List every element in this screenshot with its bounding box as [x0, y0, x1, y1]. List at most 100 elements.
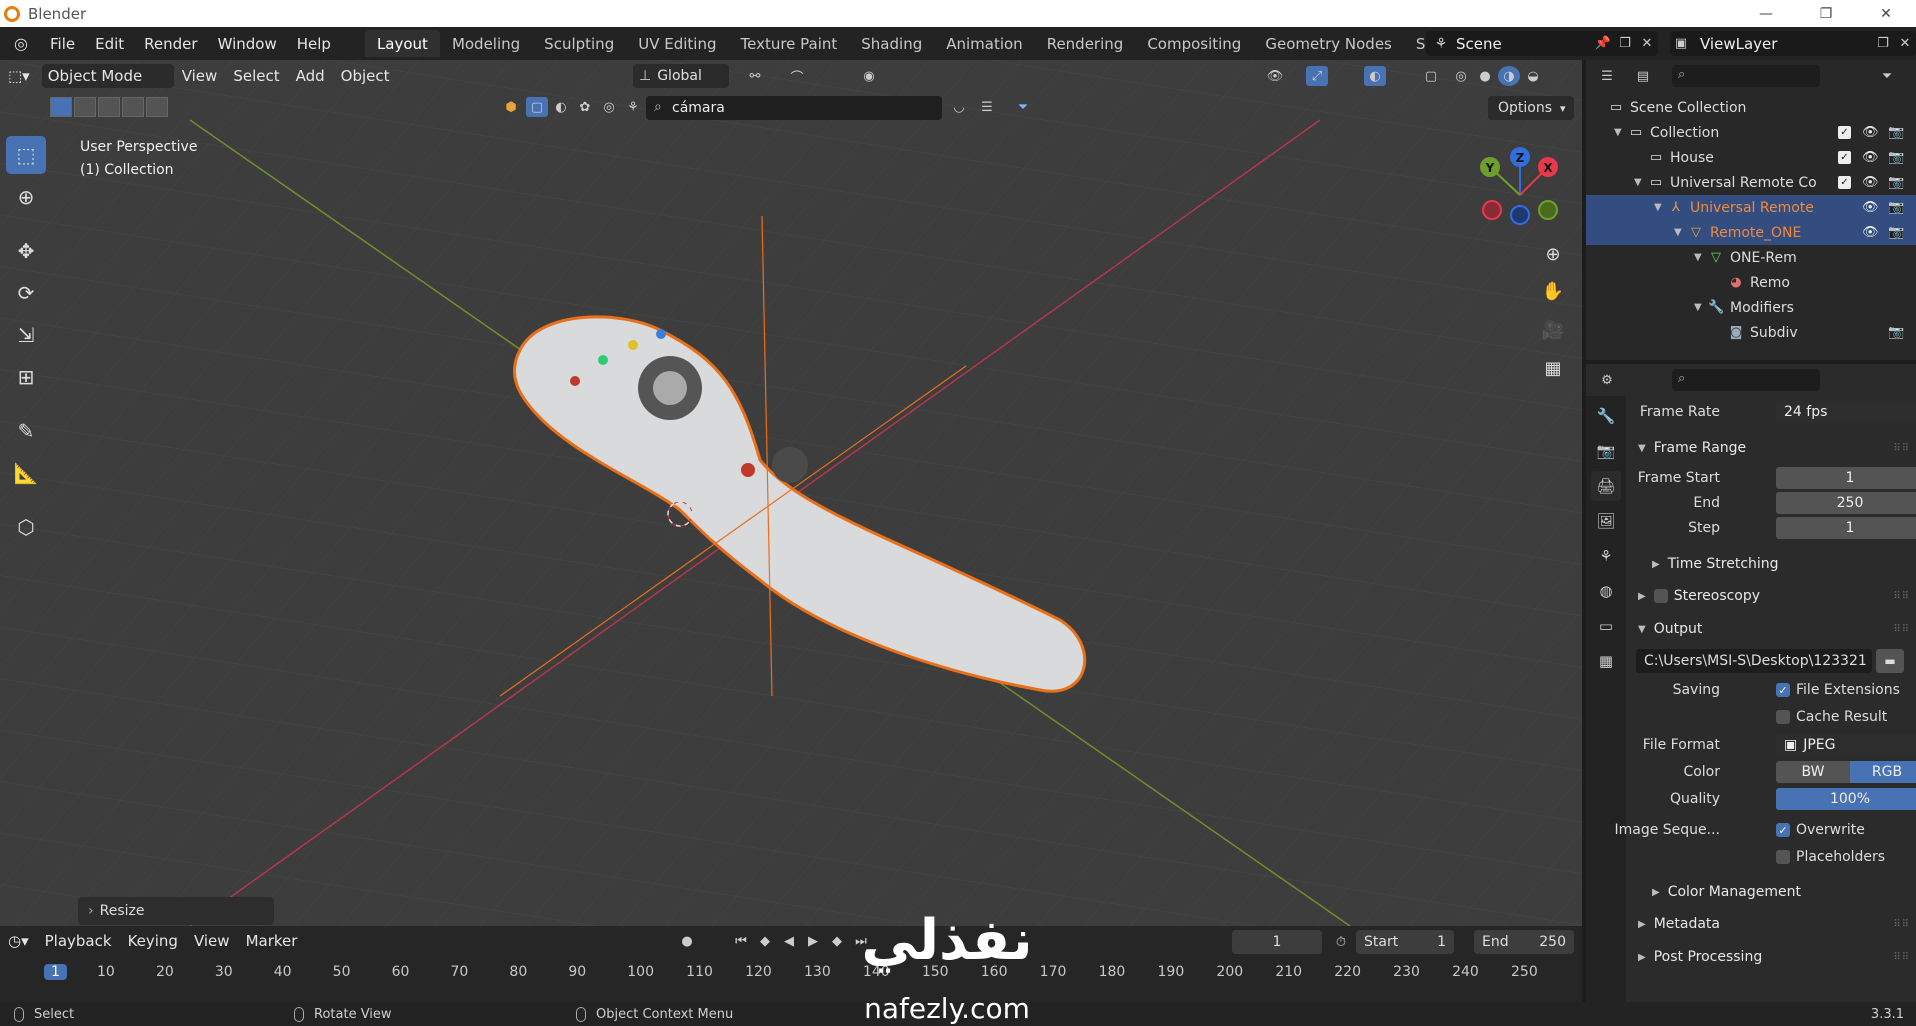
menu-window[interactable]: Window: [208, 31, 287, 57]
pivot-icon[interactable]: ⚯: [744, 66, 766, 86]
move-tool-icon[interactable]: ✥: [6, 232, 46, 270]
view-layer-tab-icon[interactable]: 🖼: [1591, 506, 1621, 536]
expand-arrow-icon[interactable]: ▼: [1634, 177, 1642, 188]
new-viewlayer-icon[interactable]: ❐: [1872, 34, 1894, 54]
add-cube-tool-icon[interactable]: ⬡: [6, 508, 46, 546]
output-tab-icon[interactable]: 🖨: [1591, 471, 1621, 501]
annotate-tool-icon[interactable]: ✎: [6, 412, 46, 450]
gizmo-neg-y[interactable]: [1538, 200, 1558, 220]
outliner-item-name[interactable]: Remo: [1750, 275, 1790, 291]
tool-tab-icon[interactable]: 🔧: [1591, 401, 1621, 431]
time-stretching-section[interactable]: ▶ Time Stretching: [1630, 550, 1910, 578]
select-subtract-icon[interactable]: [98, 97, 120, 117]
next-keyframe-icon[interactable]: ◆: [826, 931, 848, 951]
exclude-checkbox[interactable]: ✓: [1838, 126, 1851, 139]
outliner-row[interactable]: ▼ 🔧 Modifiers: [1586, 295, 1916, 320]
pan-view-icon[interactable]: ✋: [1537, 275, 1569, 307]
eye-icon[interactable]: 👁: [1862, 175, 1879, 190]
metadata-section[interactable]: ▶ Metadata ⠿⠿: [1630, 910, 1910, 938]
menu-edit[interactable]: Edit: [85, 31, 134, 57]
zoom-view-icon[interactable]: ⊕: [1537, 238, 1569, 270]
frame-range-section[interactable]: ▼ Frame Range ⠿⠿: [1630, 434, 1910, 462]
cursor-tool-icon[interactable]: ⊕: [6, 178, 46, 216]
timeline-menu-marker[interactable]: Marker: [238, 929, 306, 953]
render-tab-icon[interactable]: 📷: [1591, 436, 1621, 466]
texture-tab-icon[interactable]: ▦: [1591, 646, 1621, 676]
placeholders-checkbox[interactable]: Placeholders: [1776, 849, 1885, 865]
tab-uv-editing[interactable]: UV Editing: [626, 30, 728, 57]
output-section[interactable]: ▼ Output ⠿⠿: [1630, 615, 1910, 643]
start-frame-field[interactable]: Start 1: [1356, 930, 1454, 954]
menu-object[interactable]: Object: [333, 64, 398, 88]
outliner-filter-icon[interactable]: ⏷: [1876, 66, 1898, 86]
post-processing-section[interactable]: ▶ Post Processing ⠿⠿: [1630, 943, 1910, 971]
delete-viewlayer-icon[interactable]: ✕: [1894, 34, 1916, 54]
expand-arrow-icon[interactable]: ▼: [1694, 302, 1702, 313]
world-tab-icon[interactable]: ◍: [1591, 576, 1621, 606]
select-box-tool-icon[interactable]: ⬚: [6, 136, 46, 174]
menu-view[interactable]: View: [174, 64, 226, 88]
tab-shading[interactable]: Shading: [849, 30, 934, 57]
color-management-section[interactable]: ▶ Color Management: [1630, 878, 1910, 906]
eye-icon[interactable]: 👁: [1862, 200, 1879, 215]
file-format-dropdown[interactable]: ▣ JPEG: [1776, 734, 1916, 756]
frame-rate-dropdown[interactable]: 24 fps: [1776, 401, 1916, 423]
drag-handle-icon[interactable]: ⠿⠿: [1893, 919, 1910, 930]
options-dropdown[interactable]: Options ▾: [1488, 96, 1574, 120]
stereoscopy-checkbox[interactable]: [1653, 589, 1674, 603]
outliner-item-name[interactable]: Collection: [1650, 125, 1719, 141]
quality-slider[interactable]: 100%: [1776, 788, 1916, 810]
menu-file[interactable]: File: [40, 31, 85, 57]
viewlayer-selector[interactable]: ▣ ViewLayer ❐ ✕: [1670, 31, 1916, 56]
measure-tool-icon[interactable]: 📐: [6, 454, 46, 492]
outliner-row[interactable]: ▭ House ✓ 👁 📷: [1586, 145, 1916, 170]
outliner-item-name[interactable]: House: [1670, 150, 1714, 166]
expand-arrow-icon[interactable]: ▼: [1654, 202, 1662, 213]
tab-rendering[interactable]: Rendering: [1035, 30, 1136, 57]
outliner-item-name[interactable]: Remote_ONE: [1710, 225, 1801, 241]
eye-icon[interactable]: 👁: [1862, 225, 1879, 240]
maximize-button[interactable]: ❐: [1796, 0, 1856, 27]
object-type-filter-icon[interactable]: ⬢: [500, 97, 522, 117]
ortho-perspective-toggle-icon[interactable]: ▦: [1537, 352, 1569, 384]
gizmo-neg-z[interactable]: [1510, 205, 1530, 225]
rendered-shading-icon[interactable]: ◒: [1522, 66, 1544, 86]
filter-restrict-select-icon[interactable]: ▢: [526, 97, 548, 117]
drag-handle-icon[interactable]: ⠿⠿: [1893, 952, 1910, 963]
menu-render[interactable]: Render: [134, 31, 207, 57]
material-shading-icon[interactable]: ◑: [1498, 66, 1520, 86]
outliner-item-name[interactable]: ONE-Rem: [1730, 250, 1797, 266]
filter-funnel-icon[interactable]: ⏷: [1012, 97, 1034, 117]
outliner-search-input[interactable]: ⌕: [1672, 65, 1820, 87]
filter-material-icon[interactable]: ✿: [574, 97, 596, 117]
end-frame-field[interactable]: End 250: [1474, 930, 1574, 954]
outliner-row[interactable]: ▭ Scene Collection: [1586, 95, 1916, 120]
outliner-row[interactable]: ▼ ▽ Remote_ONE 👁 📷: [1586, 220, 1916, 245]
tab-compositing[interactable]: Compositing: [1135, 30, 1253, 57]
collection-tab-icon[interactable]: ▭: [1591, 611, 1621, 641]
timeline-menu-keying[interactable]: Keying: [120, 929, 186, 953]
expand-arrow-icon[interactable]: ▼: [1674, 227, 1682, 238]
folder-browse-icon[interactable]: ▬: [1876, 649, 1904, 673]
outliner-item-name[interactable]: Scene Collection: [1630, 100, 1746, 116]
tab-texture-paint[interactable]: Texture Paint: [728, 30, 849, 57]
delete-scene-icon[interactable]: ✕: [1636, 34, 1658, 54]
transform-tool-icon[interactable]: ⊞: [6, 358, 46, 396]
exclude-checkbox[interactable]: ✓: [1838, 151, 1851, 164]
viewport-scene[interactable]: [0, 60, 1582, 926]
filter-scene-icon[interactable]: ⚘: [622, 97, 644, 117]
properties-editor-type-icon[interactable]: ⚙: [1596, 370, 1618, 390]
camera-icon[interactable]: 📷: [1888, 125, 1904, 140]
select-extend-icon[interactable]: [74, 97, 96, 117]
object-mode-dropdown[interactable]: Object Mode: [41, 64, 174, 88]
outliner-row[interactable]: ▼ ▽ ONE-Rem: [1586, 245, 1916, 270]
xray-icon[interactable]: ▢: [1420, 66, 1442, 86]
outliner-item-name[interactable]: Universal Remote: [1690, 200, 1814, 216]
camera-icon[interactable]: 📷: [1888, 200, 1904, 215]
prev-keyframe-icon[interactable]: ◆: [754, 931, 776, 951]
stopwatch-icon[interactable]: ⏱: [1330, 932, 1352, 952]
viewlayer-name[interactable]: ViewLayer: [1700, 35, 1872, 53]
search-options-icon[interactable]: ◡: [948, 97, 970, 117]
menu-add[interactable]: Add: [288, 64, 333, 88]
select-intersect-icon[interactable]: [122, 97, 144, 117]
